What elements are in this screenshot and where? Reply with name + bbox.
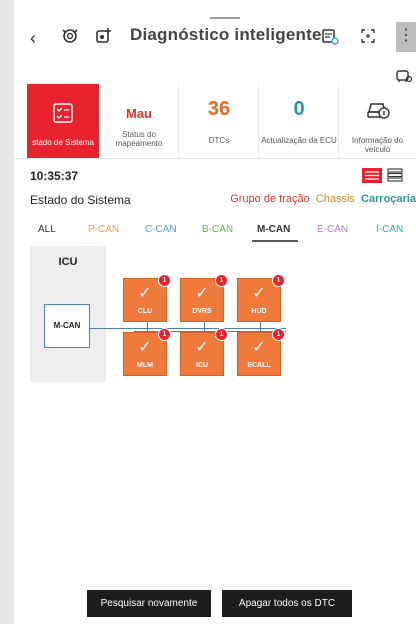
back-arrow-icon[interactable]: ‹	[30, 28, 36, 49]
tab-i-can[interactable]: I-CAN	[376, 224, 403, 235]
card-label: stado de Sistema	[32, 138, 94, 147]
active-tab-indicator	[252, 240, 298, 242]
link-powertrain[interactable]: Grupo de tração	[230, 193, 310, 205]
ok-check-icon: ✓	[138, 339, 152, 356]
tab-all[interactable]: ALL	[38, 224, 56, 235]
ecu-label: ICU	[58, 256, 78, 268]
more-menu-button[interactable]: ⋮	[396, 22, 416, 52]
dtc-badge: 1	[272, 274, 285, 287]
dtc-badge: 1	[158, 274, 171, 287]
bus-line	[90, 328, 286, 329]
search-again-button[interactable]: Pesquisar novamente	[87, 590, 211, 617]
module-mlm[interactable]: ✓ MLM 1	[123, 328, 171, 376]
module-ecall[interactable]: ✓ ECALL 1	[237, 328, 285, 376]
module-name: HUD	[251, 308, 267, 315]
tab-p-can[interactable]: P-CAN	[88, 224, 119, 235]
clear-all-dtc-button[interactable]: Apagar todos os DTC	[222, 590, 352, 617]
module-hud[interactable]: ✓ HUD 1	[237, 274, 285, 322]
module-name: DVRS	[192, 308, 212, 315]
tab-b-can[interactable]: B-CAN	[202, 224, 233, 235]
dtc-badge: 1	[272, 328, 285, 341]
module-name: ICU	[195, 362, 209, 369]
bus-node-m-can[interactable]: M-CAN	[44, 304, 90, 348]
module-name: CLU	[137, 308, 153, 315]
car-info-icon	[367, 103, 390, 119]
card-vehicle-info[interactable]: Informação do veículo	[339, 84, 416, 158]
ok-check-icon: ✓	[195, 339, 209, 356]
checklist-icon	[53, 103, 73, 123]
header-bar: ‹ Diagnóstico inteligente ⋮	[14, 17, 416, 58]
bus-label: M-CAN	[53, 321, 81, 330]
link-chassis[interactable]: Chassis	[316, 193, 355, 205]
card-ecu-update[interactable]: 0 Actualização da ECU	[259, 84, 339, 158]
report-icon[interactable]	[320, 26, 340, 46]
ok-check-icon: ✓	[138, 285, 152, 302]
list-view-icon[interactable]	[387, 168, 403, 182]
window-frame-left	[0, 0, 15, 624]
module-name: MLM	[137, 362, 153, 369]
ok-check-icon: ✓	[252, 339, 266, 356]
system-group-links: Grupo de tração Chassis Carroçaria	[227, 193, 416, 205]
add-vehicle-icon[interactable]	[94, 26, 114, 46]
section-title: Estado do Sistema	[30, 193, 131, 207]
card-label: Actualização da ECU	[261, 136, 337, 145]
module-name: ECALL	[247, 362, 271, 369]
tab-m-can[interactable]: M-CAN	[257, 224, 290, 235]
ok-check-icon: ✓	[195, 285, 209, 302]
card-label: Informação do veículo	[351, 136, 404, 154]
app-window: ‹ Diagnóstico inteligente ⋮ stado de Sis…	[14, 0, 416, 624]
dtc-count: 36	[207, 98, 231, 120]
tab-c-can[interactable]: C-CAN	[145, 224, 177, 235]
module-dvrs[interactable]: ✓ DVRS 1	[180, 274, 228, 322]
module-clu[interactable]: ✓ CLU 1	[123, 274, 171, 322]
dtc-badge: 1	[215, 274, 228, 287]
status-cards: stado de Sistema Mau Status do mapeament…	[14, 84, 416, 159]
dtc-filter-icon[interactable]	[362, 168, 382, 183]
ecu-update-count: 0	[293, 98, 305, 120]
link-body[interactable]: Carroçaria	[361, 193, 416, 205]
module-icu[interactable]: ✓ ICU 1	[180, 328, 228, 376]
page-title: Diagnóstico inteligente	[130, 25, 322, 44]
card-mapping-status[interactable]: Mau Status do mapeamento	[99, 84, 179, 158]
card-label: Status do mapeamento	[115, 130, 163, 148]
tab-e-can[interactable]: E-CAN	[317, 224, 348, 235]
diagnostic-scan-icon[interactable]	[60, 26, 80, 46]
dtc-badge: 1	[215, 328, 228, 341]
card-dtcs[interactable]: 36 DTCs	[179, 84, 259, 158]
card-system-state[interactable]: stado de Sistema	[27, 84, 99, 158]
dtc-badge: 1	[158, 328, 171, 341]
drag-handle[interactable]	[210, 17, 240, 19]
vehicle-key-icon[interactable]	[394, 66, 414, 86]
expand-icon[interactable]	[358, 26, 378, 46]
mapping-status-value: Mau	[126, 106, 152, 121]
network-tabs: ALL P-CAN C-CAN B-CAN M-CAN E-CAN I-CAN	[14, 216, 416, 242]
scan-time: 10:35:37	[30, 169, 79, 183]
ok-check-icon: ✓	[252, 285, 266, 302]
card-label: DTCs	[208, 136, 230, 145]
